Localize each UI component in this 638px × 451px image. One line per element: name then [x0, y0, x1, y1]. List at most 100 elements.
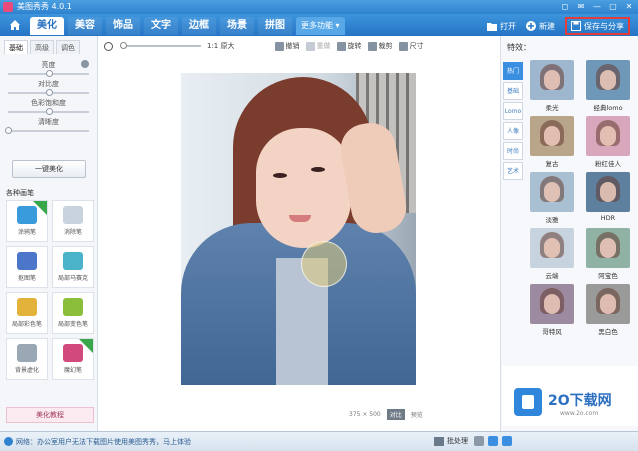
- auto-beautify-button[interactable]: 一键美化: [12, 160, 86, 178]
- adjust-slider[interactable]: 清晰度: [5, 117, 89, 134]
- slider-thumb[interactable]: [5, 127, 12, 134]
- slider-track[interactable]: [5, 127, 89, 134]
- brush-tool[interactable]: 魔幻笔: [52, 338, 94, 380]
- maximize-icon[interactable]: ▢: [608, 1, 618, 12]
- plus-circle-icon: [526, 21, 536, 31]
- adjust-slider[interactable]: 对比度: [8, 79, 89, 96]
- photo-eye-right: [311, 167, 325, 172]
- save-share-label: 保存与分享: [584, 21, 624, 31]
- new-button[interactable]: 新建: [526, 18, 555, 34]
- effect-label: 云端: [545, 272, 559, 280]
- message-icon[interactable]: ✉: [576, 1, 586, 12]
- effect-item[interactable]: 云端: [527, 228, 577, 280]
- adjust-subtabs: 基础 高级 调色: [0, 36, 97, 54]
- effect-item[interactable]: 阿宝色: [583, 228, 633, 280]
- brush-label: 消除笔: [63, 229, 82, 236]
- feedback-icon[interactable]: [488, 436, 498, 446]
- effect-item[interactable]: 粉红佳人: [583, 116, 633, 168]
- subtab-basic[interactable]: 基础: [4, 40, 28, 54]
- adjust-sliders: 亮度对比度色彩饱和度清晰度: [0, 54, 97, 134]
- actual-size-button[interactable]: 1:1 原大: [207, 41, 235, 51]
- slider-track[interactable]: [8, 89, 89, 96]
- effect-item[interactable]: 淡雅: [527, 172, 577, 224]
- rotate-button[interactable]: 旋转: [336, 41, 362, 51]
- photo-canvas[interactable]: [181, 73, 416, 385]
- brush-tool[interactable]: 局部彩色笔: [6, 292, 48, 334]
- crop-icon: [367, 41, 377, 51]
- subtab-color[interactable]: 调色: [56, 40, 80, 54]
- effect-item[interactable]: 复古: [527, 116, 577, 168]
- effect-item[interactable]: 黑白色: [583, 284, 633, 336]
- slider-track[interactable]: [8, 70, 89, 77]
- effect-thumbnail: [586, 284, 630, 324]
- effect-thumbnail: [530, 60, 574, 100]
- tab-face[interactable]: 美容: [68, 17, 102, 35]
- brush-tool[interactable]: 背景虚化: [6, 338, 48, 380]
- close-icon[interactable]: ✕: [624, 1, 634, 12]
- brush-label: 魔幻笔: [63, 367, 82, 374]
- brush-tool[interactable]: 抠图笔: [6, 246, 48, 288]
- tab-collage[interactable]: 拼图: [258, 17, 292, 35]
- open-button[interactable]: 打开: [487, 18, 516, 34]
- new-badge: [33, 201, 47, 215]
- home-icon[interactable]: [8, 18, 22, 32]
- preview-button[interactable]: 预览: [411, 410, 423, 419]
- reset-icon[interactable]: [81, 60, 89, 68]
- effect-item[interactable]: HDR: [583, 172, 633, 223]
- new-badge: [79, 339, 93, 353]
- effect-item[interactable]: 经典lomo: [583, 60, 633, 112]
- zoom-slider-thumb[interactable]: [119, 42, 127, 49]
- redo-label: 重做: [316, 42, 331, 50]
- zoom-slider[interactable]: [119, 42, 201, 49]
- crop-button[interactable]: 裁剪: [367, 41, 393, 51]
- brush-tool[interactable]: 涂鸦笔: [6, 200, 48, 242]
- effect-category[interactable]: 人像: [503, 122, 523, 140]
- batch-label: 批处理: [447, 437, 468, 445]
- more-features-dropdown[interactable]: 更多功能 ▾: [296, 17, 345, 35]
- status-message[interactable]: 网络：办公室用户无法下载图片使用美图秀秀，马上体验: [16, 437, 191, 447]
- redo-button[interactable]: 重做: [305, 41, 331, 51]
- minimize-icon[interactable]: —: [592, 1, 602, 12]
- brush-tool[interactable]: 局部马赛克: [52, 246, 94, 288]
- compare-toggle[interactable]: 对比: [386, 409, 405, 420]
- save-share-button[interactable]: 保存与分享: [565, 17, 630, 35]
- tab-text[interactable]: 文字: [144, 17, 178, 35]
- effect-label: 粉红佳人: [595, 160, 621, 168]
- brush-label: 局部马赛克: [57, 275, 88, 282]
- effect-item[interactable]: 哥特风: [527, 284, 577, 336]
- tab-beautify[interactable]: 美化: [30, 17, 64, 35]
- tab-frame[interactable]: 边框: [182, 17, 216, 35]
- effect-category[interactable]: 基础: [503, 82, 523, 100]
- brush-tool[interactable]: 消除笔: [52, 200, 94, 242]
- adjust-slider[interactable]: 亮度: [8, 60, 89, 77]
- status-icons: [474, 436, 512, 446]
- adjust-slider[interactable]: 色彩饱和度: [8, 98, 89, 115]
- resize-button[interactable]: 尺寸: [398, 41, 424, 51]
- settings-icon[interactable]: [474, 436, 484, 446]
- effect-category[interactable]: 艺术: [503, 162, 523, 180]
- slider-track[interactable]: [8, 108, 89, 115]
- share-icon[interactable]: [502, 436, 512, 446]
- brushes-title: 各种画笔: [6, 189, 34, 197]
- effect-item[interactable]: 柔光: [527, 60, 577, 112]
- subtab-advanced[interactable]: 高级: [30, 40, 54, 54]
- skin-icon[interactable]: ◻: [560, 1, 570, 12]
- main-tabs: 美化 美容 饰品 文字 边框 场景 拼图 更多功能 ▾: [30, 17, 345, 35]
- effect-category[interactable]: Lomo: [503, 102, 523, 120]
- tab-scene[interactable]: 场景: [220, 17, 254, 35]
- batch-button[interactable]: 批处理: [434, 436, 468, 446]
- brush-tool[interactable]: 局部变色笔: [52, 292, 94, 334]
- slider-thumb[interactable]: [45, 108, 53, 115]
- effect-category[interactable]: 时尚: [503, 142, 523, 160]
- tutorial-button[interactable]: 美化教程: [6, 407, 94, 423]
- slider-thumb[interactable]: [45, 70, 53, 77]
- slider-thumb[interactable]: [45, 89, 53, 96]
- photo-eye-left: [273, 173, 287, 178]
- undo-button[interactable]: 撤销: [274, 41, 300, 51]
- color-pen-icon: [17, 298, 37, 316]
- window-title: 美图秀秀 4.0.1: [17, 2, 72, 11]
- effect-category[interactable]: 热门: [503, 62, 523, 80]
- effect-thumbnail: [530, 116, 574, 156]
- effect-categories: 热门基础 Lomo 人像时尚艺术: [503, 62, 523, 182]
- tab-accessories[interactable]: 饰品: [106, 17, 140, 35]
